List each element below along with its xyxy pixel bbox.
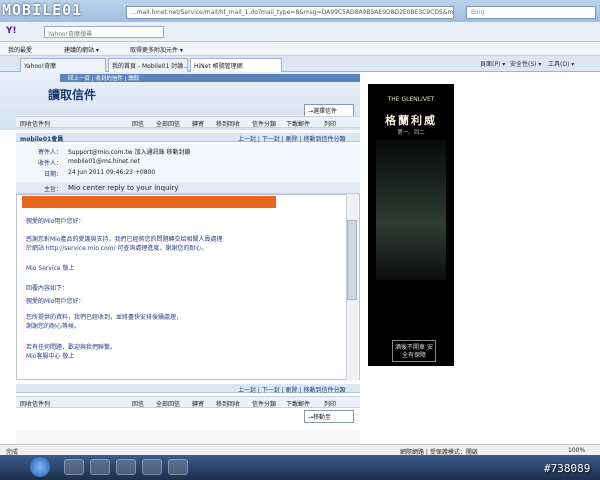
breadcrumb[interactable]: 回上一頁 | 收到的信件 | 讀取 <box>60 74 360 82</box>
body-line: Mio Service 敬上 <box>26 265 75 272</box>
page-menu[interactable]: 頁面(P) ▾ <box>480 59 505 68</box>
tab-yahoo[interactable]: Yahoo!奇摩 <box>20 58 106 72</box>
pager-links[interactable]: 上一封 | 下一封 | 刪除 | 移動到信件分類 <box>238 134 346 143</box>
site-logo: MOBILE01 <box>2 1 83 19</box>
to-label: 收件人： <box>37 160 62 167</box>
addons-link[interactable]: 取得更多附加元件 ▾ <box>130 45 183 54</box>
forward-button-bottom[interactable]: 轉寄 <box>192 399 204 408</box>
from-label: 寄件人： <box>37 149 62 156</box>
address-bar[interactable]: ...mail.hinet.net/Service/mail/ht_mail_1… <box>126 6 454 19</box>
body-line: 謝謝您的耐心等候。 <box>26 323 81 330</box>
print-button[interactable]: 列印 <box>324 119 336 128</box>
category-button-bottom[interactable]: 信件分類 <box>252 399 276 408</box>
ad-brand: THE GLENLIVET <box>387 96 435 103</box>
email-banner <box>22 196 276 208</box>
move-to-trash-button[interactable]: 移到回收 <box>216 119 240 128</box>
bottom-select[interactable]: →移動至 <box>304 410 354 423</box>
status-bar: 完成 網際網路 | 受保護模式：開啟 100% <box>0 444 600 456</box>
favorites-button[interactable]: 我的最愛 <box>8 45 32 54</box>
body-line: 於網站 http://service.mio.com/ 可查詢處理進度，謝謝您的… <box>26 245 208 252</box>
body-line: 感謝您對Mio產品的愛護與支持，我們已經將您的問題轉交給相關人員處理 <box>26 236 223 243</box>
download-button-bottom[interactable]: 下載郵件 <box>286 399 310 408</box>
yahoo-logo-icon: Y! <box>6 26 17 36</box>
tools-menu[interactable]: 工具(O) ▾ <box>548 59 574 68</box>
watermark: #738089 <box>544 462 591 475</box>
ie-window-icon[interactable] <box>142 459 162 475</box>
sender-name: mobile01會員 <box>20 136 64 143</box>
move-to-trash-button-bottom[interactable]: 移到回收 <box>216 399 240 408</box>
body-line: 若有任何問題，歡迎與我們聯繫。 <box>26 344 117 351</box>
reply-all-button[interactable]: 全部回信 <box>156 119 180 128</box>
to-value: mobile01@ms.hinet.net <box>68 158 140 165</box>
pager-links-bottom[interactable]: 上一封 | 下一封 | 刪除 | 移動到信件分類 <box>238 385 346 394</box>
search-box[interactable]: Bing <box>466 6 596 19</box>
body-line: 您所提供的資料，我們已經收到，並將盡快安排後續處理， <box>26 314 183 321</box>
reply-all-button-bottom[interactable]: 全部回信 <box>156 399 180 408</box>
media-player-icon[interactable] <box>116 459 136 475</box>
subject-value: Mio center reply to your inquiry <box>68 184 179 192</box>
mail-toolbar-top: 回收信件列 回信 全部回信 轉寄 移到回收 信件分類 下載郵件 列印 <box>16 116 360 128</box>
safety-menu[interactable]: 安全性(S) ▾ <box>510 59 541 68</box>
mail-toolbar-bottom: 回收信件列 回信 全部回信 轉寄 移到回收 信件分類 下載郵件 列印 <box>16 396 360 408</box>
body-line: Mio客服中心 敬上 <box>26 353 75 360</box>
download-button[interactable]: 下載郵件 <box>286 119 310 128</box>
ad-image <box>376 140 446 280</box>
favorites-bar: 我的最愛 建議的網站 ▾ 取得更多附加元件 ▾ <box>0 42 600 56</box>
tab-mobile01[interactable]: 我的首頁 - Mobile01 討論... <box>108 58 188 72</box>
ad-subtitle: 第一。同二 <box>397 130 425 136</box>
reply-button-bottom[interactable]: 回信 <box>132 399 144 408</box>
subject-row: 主旨： Mio center reply to your inquiry <box>16 182 360 193</box>
category-button[interactable]: 信件分類 <box>252 119 276 128</box>
page-title: 讀取信件 <box>48 88 97 102</box>
date-label: 日期： <box>43 171 62 178</box>
back-to-list-link[interactable]: 回收信件列 <box>20 119 50 128</box>
body-line: 親愛的Mio用戶您好： <box>26 298 85 305</box>
tab-bar: Yahoo!奇摩 我的首頁 - Mobile01 討論... HiNet 帳號管… <box>0 56 600 72</box>
yahoo-search-input[interactable]: Yahoo!奇摩搜尋 <box>44 26 164 38</box>
sender-bar: mobile01會員 上一封 | 下一封 | 刪除 | 移動到信件分類 <box>16 133 360 143</box>
forward-button[interactable]: 轉寄 <box>192 119 204 128</box>
from-value[interactable]: Support@mio.com.tw 加入通訊錄 移動封鎖 <box>68 147 191 156</box>
ad-title: 格蘭利威 <box>385 114 437 127</box>
tab-hinet[interactable]: HiNet 帳號管理網 <box>190 58 282 72</box>
date-value: 24 Jun 2011 09:46:23 +0800 <box>68 169 156 176</box>
print-button-bottom[interactable]: 列印 <box>324 399 336 408</box>
body-line: 回覆內容如下： <box>26 285 69 292</box>
ad-warning: 酒後不開車 安全有保障 <box>392 340 436 362</box>
explorer-icon[interactable] <box>90 459 110 475</box>
zoom-level[interactable]: 100% <box>568 447 585 454</box>
reply-button[interactable]: 回信 <box>132 119 144 128</box>
yahoo-messenger-icon[interactable] <box>168 459 188 475</box>
pager-bar-bottom: 上一封 | 下一封 | 刪除 | 移動到信件分類 <box>16 384 360 394</box>
start-button-icon[interactable] <box>30 457 50 477</box>
subject-label: 主旨： <box>43 186 62 193</box>
body-line: 親愛的Mio用戶您好： <box>26 218 85 225</box>
suggested-sites-link[interactable]: 建議的網站 ▾ <box>64 45 99 54</box>
ie-icon[interactable] <box>64 459 84 475</box>
back-to-list-link-bottom[interactable]: 回收信件列 <box>20 399 50 408</box>
message-scrollbar-thumb[interactable] <box>347 220 357 300</box>
